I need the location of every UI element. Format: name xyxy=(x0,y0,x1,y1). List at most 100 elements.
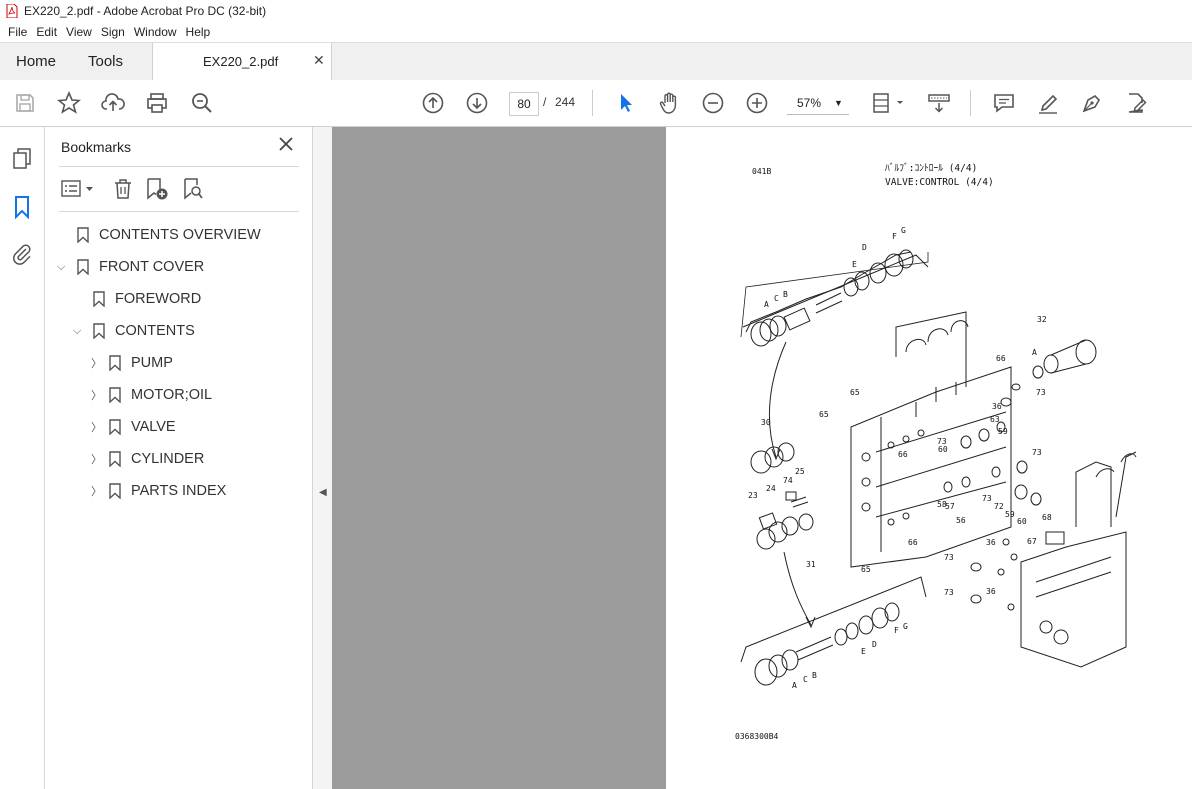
svg-text:36: 36 xyxy=(992,402,1002,411)
svg-text:65: 65 xyxy=(850,388,860,397)
svg-text:B: B xyxy=(812,671,817,680)
bookmark-parts-index[interactable]: 〉 PARTS INDEX xyxy=(91,479,226,503)
svg-text:67: 67 xyxy=(1027,537,1037,546)
pdf-page: 041B ﾊﾞﾙﾌﾞ:ｺﾝﾄﾛｰﾙ (4/4) VALVE:CONTROL (4… xyxy=(666,127,1192,789)
chevron-down-icon[interactable]: ⌵ xyxy=(57,261,71,274)
svg-text:32: 32 xyxy=(1037,315,1047,324)
svg-text:E: E xyxy=(861,647,866,656)
svg-text:74: 74 xyxy=(783,476,793,485)
bookmark-search-icon[interactable] xyxy=(181,177,205,201)
chevron-right-icon[interactable]: 〉 xyxy=(91,355,105,371)
bookmark-contents[interactable]: ⌵ CONTENTS xyxy=(73,319,195,343)
edit-pdf-icon[interactable] xyxy=(1124,91,1148,115)
bookmarks-panel-title: Bookmarks xyxy=(61,139,132,155)
bookmark-icon xyxy=(109,483,121,499)
svg-text:56: 56 xyxy=(956,516,966,525)
bookmark-pump[interactable]: 〉 PUMP xyxy=(91,351,173,375)
page-thumbnails-icon[interactable] xyxy=(10,147,34,171)
svg-text:A: A xyxy=(792,681,797,690)
close-tab-icon[interactable]: ✕ xyxy=(313,52,325,69)
save-icon[interactable] xyxy=(13,91,37,115)
bookmark-front-cover[interactable]: ⌵ FRONT COVER xyxy=(57,255,204,279)
panel-divider xyxy=(59,166,299,167)
svg-text:73: 73 xyxy=(982,494,992,503)
main-toolbar: 80 / 244 57% ▼ xyxy=(0,80,1192,127)
document-view[interactable]: 041B ﾊﾞﾙﾌﾞ:ｺﾝﾄﾛｰﾙ (4/4) VALVE:CONTROL (4… xyxy=(332,127,1192,789)
hand-tool-icon[interactable] xyxy=(657,91,681,115)
scroll-mode-icon[interactable] xyxy=(927,91,951,115)
bookmark-star-icon[interactable] xyxy=(56,90,82,115)
select-cursor-icon[interactable] xyxy=(614,91,638,115)
bookmark-icon xyxy=(109,419,121,435)
svg-text:E: E xyxy=(852,260,857,269)
previous-page-icon[interactable] xyxy=(421,91,445,115)
left-navigation-rail xyxy=(0,127,45,789)
page-separator: / xyxy=(543,95,547,109)
bookmark-cylinder[interactable]: 〉 CYLINDER xyxy=(91,447,204,471)
bookmark-icon xyxy=(77,259,89,275)
comment-icon[interactable] xyxy=(992,91,1016,115)
delete-bookmark-icon[interactable] xyxy=(111,177,135,201)
bookmarks-panel: Bookmarks CONTENTS OVERVIEW ⌵ FRONT COVE… xyxy=(45,127,312,789)
new-bookmark-icon[interactable] xyxy=(145,177,169,201)
bookmark-icon xyxy=(77,227,89,243)
zoom-level-select[interactable]: 57% ▼ xyxy=(787,92,849,115)
close-panel-icon[interactable] xyxy=(277,135,295,153)
collapse-panel-icon[interactable]: ◀ xyxy=(319,487,327,498)
highlight-pen-icon[interactable] xyxy=(1036,91,1060,115)
svg-text:60: 60 xyxy=(938,445,948,454)
chevron-down-icon[interactable]: ⌵ xyxy=(73,325,87,338)
chevron-right-icon[interactable]: 〉 xyxy=(91,483,105,499)
menu-edit[interactable]: Edit xyxy=(36,25,57,39)
svg-text:36: 36 xyxy=(986,587,996,596)
svg-text:73: 73 xyxy=(944,553,954,562)
bookmark-icon xyxy=(109,355,121,371)
bookmark-contents-overview[interactable]: CONTENTS OVERVIEW xyxy=(77,223,261,247)
svg-text:59: 59 xyxy=(998,427,1008,436)
bookmark-motor-oil[interactable]: 〉 MOTOR;OIL xyxy=(91,383,212,407)
tab-document[interactable]: EX220_2.pdf ✕ xyxy=(152,43,332,81)
bookmark-options-icon[interactable] xyxy=(60,177,96,201)
menu-view[interactable]: View xyxy=(66,25,92,39)
bookmark-label: FOREWORD xyxy=(115,291,202,307)
bookmark-foreword[interactable]: FOREWORD xyxy=(93,287,201,311)
menu-sign[interactable]: Sign xyxy=(101,25,125,39)
chevron-right-icon[interactable]: 〉 xyxy=(91,419,105,435)
next-page-icon[interactable] xyxy=(465,91,489,115)
svg-text:31: 31 xyxy=(806,560,816,569)
svg-text:66: 66 xyxy=(898,450,908,459)
svg-text:72: 72 xyxy=(994,502,1004,511)
bookmark-label: VALVE xyxy=(131,419,176,435)
print-icon[interactable] xyxy=(145,91,169,115)
bookmarks-panel-icon[interactable] xyxy=(10,195,34,220)
menu-help[interactable]: Help xyxy=(186,25,211,39)
svg-text:30: 30 xyxy=(761,418,771,427)
draw-sign-icon[interactable] xyxy=(1080,91,1104,115)
page-number-input[interactable]: 80 xyxy=(509,92,539,116)
bookmark-valve[interactable]: 〉 VALVE xyxy=(91,415,176,439)
tab-tools[interactable]: Tools xyxy=(88,53,123,70)
svg-text:D: D xyxy=(872,640,877,649)
panel-splitter[interactable]: ◀ xyxy=(312,127,333,789)
panel-divider xyxy=(59,211,299,212)
chevron-right-icon[interactable]: 〉 xyxy=(91,387,105,403)
bookmark-icon xyxy=(93,323,105,339)
menu-file[interactable]: File xyxy=(8,25,27,39)
bookmark-label: MOTOR;OIL xyxy=(131,387,213,403)
zoom-in-icon[interactable] xyxy=(745,91,769,115)
svg-text:60: 60 xyxy=(1017,517,1027,526)
zoom-out-icon[interactable] xyxy=(701,91,725,115)
attachments-icon[interactable] xyxy=(10,241,34,265)
find-zoom-icon[interactable] xyxy=(190,91,214,115)
zoom-level-value: 57% xyxy=(797,96,822,110)
tab-home[interactable]: Home xyxy=(16,53,56,70)
chevron-right-icon[interactable]: 〉 xyxy=(91,451,105,467)
page-fit-icon[interactable] xyxy=(871,91,905,115)
title-bar: EX220_2.pdf - Adobe Acrobat Pro DC (32-b… xyxy=(0,0,1192,22)
svg-text:36: 36 xyxy=(986,538,996,547)
svg-text:A: A xyxy=(764,300,769,309)
svg-text:65: 65 xyxy=(819,410,829,419)
upload-cloud-icon[interactable] xyxy=(101,91,125,115)
menu-window[interactable]: Window xyxy=(134,25,177,39)
tab-bar: Home Tools EX220_2.pdf ✕ xyxy=(0,42,1192,82)
